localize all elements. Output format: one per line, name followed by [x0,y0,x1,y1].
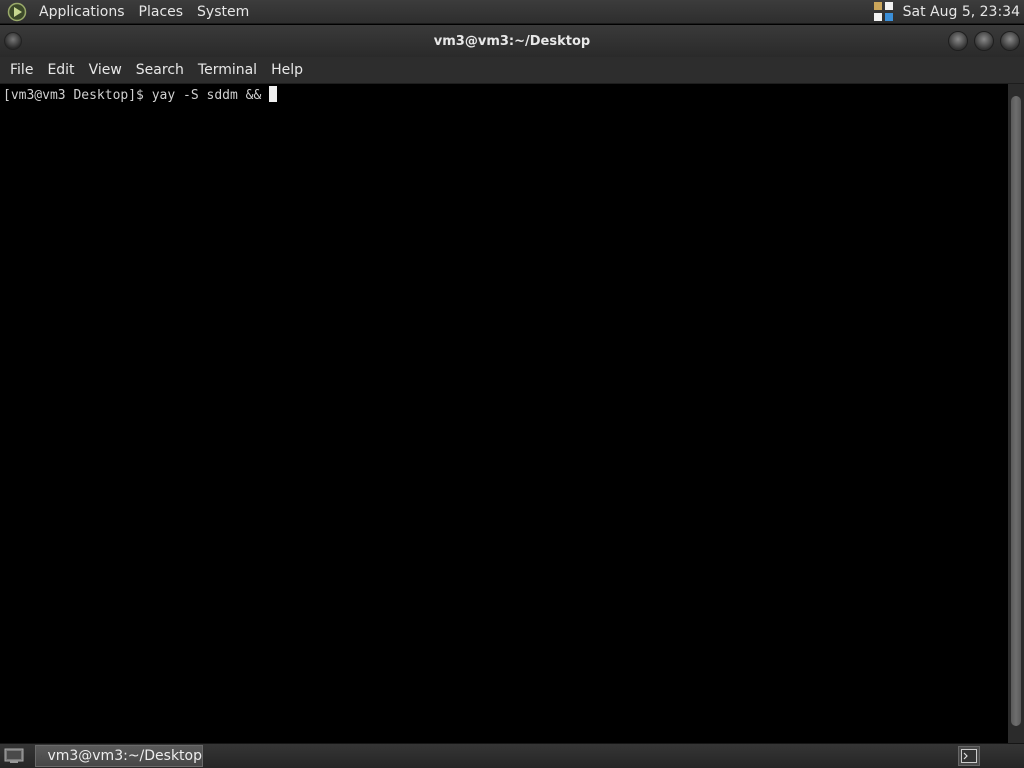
top-panel: Applications Places System Sat Aug 5, 23… [0,0,1024,24]
window-title: vm3@vm3:~/Desktop [433,33,591,49]
menu-file[interactable]: File [3,57,40,84]
menu-terminal[interactable]: Terminal [191,57,264,84]
menu-edit[interactable]: Edit [40,57,81,84]
bottom-panel: vm3@vm3:~/Desktop [0,743,1024,768]
terminal-area: [vm3@vm3 Desktop]$ yay -S sddm && [0,84,1024,743]
window-menu-icon[interactable] [4,32,22,50]
clock[interactable]: Sat Aug 5, 23:34 [903,4,1020,20]
window-titlebar[interactable]: vm3@vm3:~/Desktop [0,25,1024,57]
close-button[interactable] [1000,31,1020,51]
menu-view[interactable]: View [82,57,129,84]
places-menu[interactable]: Places [132,0,191,24]
terminal-line: [vm3@vm3 Desktop]$ yay -S sddm && [3,86,1008,104]
applications-menu[interactable]: Applications [32,0,132,24]
menubar: File Edit View Search Terminal Help [0,57,1024,84]
menu-help[interactable]: Help [264,57,310,84]
taskbar-label: vm3@vm3:~/Desktop [47,748,202,764]
distro-logo-icon[interactable] [6,1,28,23]
typed-command: yay -S sddm && [151,88,270,103]
text-cursor [269,86,278,102]
vertical-scrollbar[interactable] [1008,84,1024,743]
terminal-text-area[interactable]: [vm3@vm3 Desktop]$ yay -S sddm && [3,84,1008,743]
workspace-tray-icon[interactable] [873,1,895,23]
maximize-button[interactable] [974,31,994,51]
shell-prompt: [vm3@vm3 Desktop]$ [3,88,152,103]
show-desktop-icon[interactable] [3,746,25,766]
minimize-button[interactable] [948,31,968,51]
menu-search[interactable]: Search [129,57,191,84]
taskbar-terminal-button[interactable]: vm3@vm3:~/Desktop [35,745,203,767]
terminal-window: vm3@vm3:~/Desktop File Edit View Search … [0,25,1024,743]
system-menu[interactable]: System [190,0,256,24]
scrollbar-thumb[interactable] [1011,96,1021,726]
workspace-switcher-icon[interactable] [958,746,980,766]
